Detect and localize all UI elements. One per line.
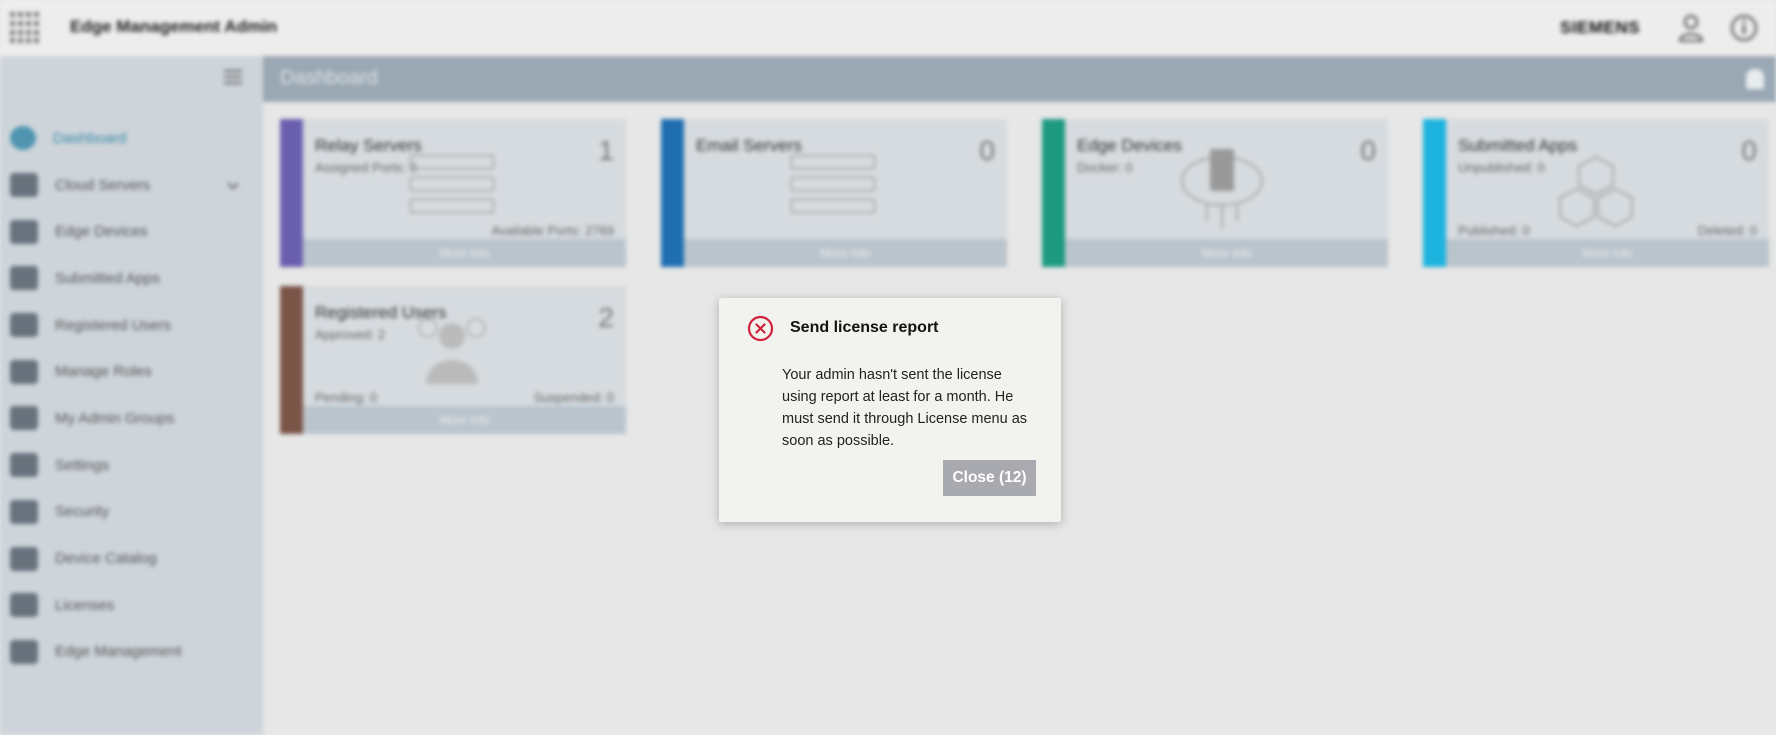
sidebar-item-label: Edge Management xyxy=(55,643,182,661)
card-bottom-right: Available Ports: 2769 xyxy=(491,223,614,238)
card-accent xyxy=(280,286,303,434)
cloud-device-icon xyxy=(1181,149,1263,229)
sidebar-item-cloud-servers[interactable]: Cloud Servers xyxy=(0,162,263,209)
app-launcher-icon[interactable] xyxy=(10,12,42,44)
card-accent xyxy=(1042,119,1065,267)
relay-servers-card: Relay Servers Assigned Ports: 0 1 Availa… xyxy=(280,119,626,267)
sidebar-item-manage-roles[interactable]: Manage Roles xyxy=(0,348,263,395)
sidebar-item-label: Security xyxy=(55,503,110,521)
roles-icon xyxy=(10,359,38,384)
card-accent xyxy=(661,119,684,267)
security-icon xyxy=(10,499,38,524)
apps-icon xyxy=(10,266,38,291)
top-bar: Edge Management Admin SIEMENS xyxy=(0,0,1776,56)
sidebar-item-label: Registered Users xyxy=(55,316,171,334)
sidebar-item-device-catalog[interactable]: Device Catalog xyxy=(0,535,263,582)
users-icon xyxy=(10,313,38,338)
sidebar-item-label: Edge Devices xyxy=(55,223,148,241)
more-info-label: More info xyxy=(439,246,490,260)
page-header: Dashboard xyxy=(263,56,1776,102)
card-count: 0 xyxy=(1741,135,1757,166)
user-account-icon[interactable] xyxy=(1678,14,1704,42)
more-info-link[interactable]: More info xyxy=(303,239,626,267)
card-bottom-right: Deleted: 0 xyxy=(1697,223,1757,238)
card-accent xyxy=(280,119,303,267)
dialog-title: Send license report xyxy=(790,319,939,336)
edge-devices-card: Edge Devices Docker: 0 0 More info xyxy=(1042,119,1388,267)
card-accent xyxy=(1423,119,1446,267)
card-bottom-left: Pending: 0 xyxy=(315,390,378,405)
more-info-link[interactable]: More info xyxy=(684,239,1007,267)
card-title: Email Servers xyxy=(696,136,802,155)
card-bottom-left: Published: 0 xyxy=(1458,223,1530,238)
sidebar-item-dashboard[interactable]: Dashboard xyxy=(0,115,263,162)
sidebar-item-label: Settings xyxy=(55,456,110,474)
error-icon xyxy=(747,315,774,342)
sidebar-item-edge-management[interactable]: Edge Management xyxy=(0,629,263,676)
submitted-apps-card: Submitted Apps Unpublished: 0 0 Publishe… xyxy=(1423,119,1769,267)
card-count: 2 xyxy=(598,302,614,333)
sidebar-item-edge-devices[interactable]: Edge Devices xyxy=(0,208,263,255)
dialog-message: Your admin hasn't sent the license using… xyxy=(782,367,1028,449)
brand-logo: SIEMENS xyxy=(1560,18,1641,37)
sidebar-item-submitted-apps[interactable]: Submitted Apps xyxy=(0,255,263,302)
sidebar-nav: Dashboard Cloud Servers Edge Devices Sub… xyxy=(0,115,263,675)
cubes-icon xyxy=(1559,156,1633,227)
sidebar-item-label: Dashboard xyxy=(53,129,127,147)
sidebar-item-security[interactable]: Security xyxy=(0,489,263,536)
user-icon xyxy=(10,406,38,431)
card-count: 1 xyxy=(598,135,614,166)
sidebar-item-label: Licenses xyxy=(55,596,115,614)
sidebar-toggle-icon[interactable] xyxy=(224,70,242,86)
sidebar-item-label: Device Catalog xyxy=(55,550,157,568)
more-info-link[interactable]: More info xyxy=(1446,239,1769,267)
device-icon xyxy=(10,219,38,244)
users-group-icon xyxy=(418,318,486,384)
close-button[interactable]: Close (12) xyxy=(943,460,1036,496)
card-subtitle: Approved: 2 xyxy=(315,327,386,342)
sidebar-item-my-admin-groups[interactable]: My Admin Groups xyxy=(0,395,263,442)
sidebar-item-label: Manage Roles xyxy=(55,363,152,381)
server-rack-icon xyxy=(410,155,500,215)
sidebar-item-label: My Admin Groups xyxy=(55,409,175,427)
chevron-down-icon[interactable] xyxy=(227,178,239,190)
card-count: 0 xyxy=(1360,135,1376,166)
license-report-dialog: Send license report Your admin hasn't se… xyxy=(719,298,1061,522)
more-info-label: More info xyxy=(1582,246,1633,260)
sidebar-item-registered-users[interactable]: Registered Users xyxy=(0,302,263,349)
more-info-label: More info xyxy=(439,413,490,427)
sidebar: Dashboard Cloud Servers Edge Devices Sub… xyxy=(0,56,263,735)
more-info-label: More info xyxy=(1201,246,1252,260)
license-icon xyxy=(10,593,38,618)
card-subtitle: Unpublished: 0 xyxy=(1458,160,1545,175)
page-title: Dashboard xyxy=(280,67,378,89)
server-rack-icon xyxy=(791,155,881,215)
edge-management-icon xyxy=(10,639,38,664)
dashboard-icon xyxy=(10,126,36,151)
card-title: Relay Servers xyxy=(315,136,422,155)
sidebar-item-settings[interactable]: Settings xyxy=(0,442,263,489)
sidebar-item-label: Submitted Apps xyxy=(55,269,161,287)
sidebar-item-label: Cloud Servers xyxy=(55,176,151,194)
email-servers-card: Email Servers 0 More info xyxy=(661,119,1007,267)
catalog-icon xyxy=(10,546,38,571)
server-icon xyxy=(10,173,38,198)
card-subtitle: Docker: 0 xyxy=(1077,160,1133,175)
app-title: Edge Management Admin xyxy=(70,17,278,36)
registered-users-card: Registered Users Approved: 2 2 Pending: … xyxy=(280,286,626,434)
more-info-link[interactable]: More info xyxy=(303,406,626,434)
more-info-label: More info xyxy=(820,246,871,260)
notification-bell-icon[interactable] xyxy=(1746,69,1764,89)
card-count: 0 xyxy=(979,135,995,166)
sidebar-item-licenses[interactable]: Licenses xyxy=(0,582,263,629)
info-icon[interactable] xyxy=(1730,14,1758,42)
gear-icon xyxy=(10,453,38,478)
card-bottom-right: Suspended: 0 xyxy=(533,390,614,405)
more-info-link[interactable]: More info xyxy=(1065,239,1388,267)
card-subtitle: Assigned Ports: 0 xyxy=(315,160,417,175)
card-title: Edge Devices xyxy=(1077,136,1182,155)
